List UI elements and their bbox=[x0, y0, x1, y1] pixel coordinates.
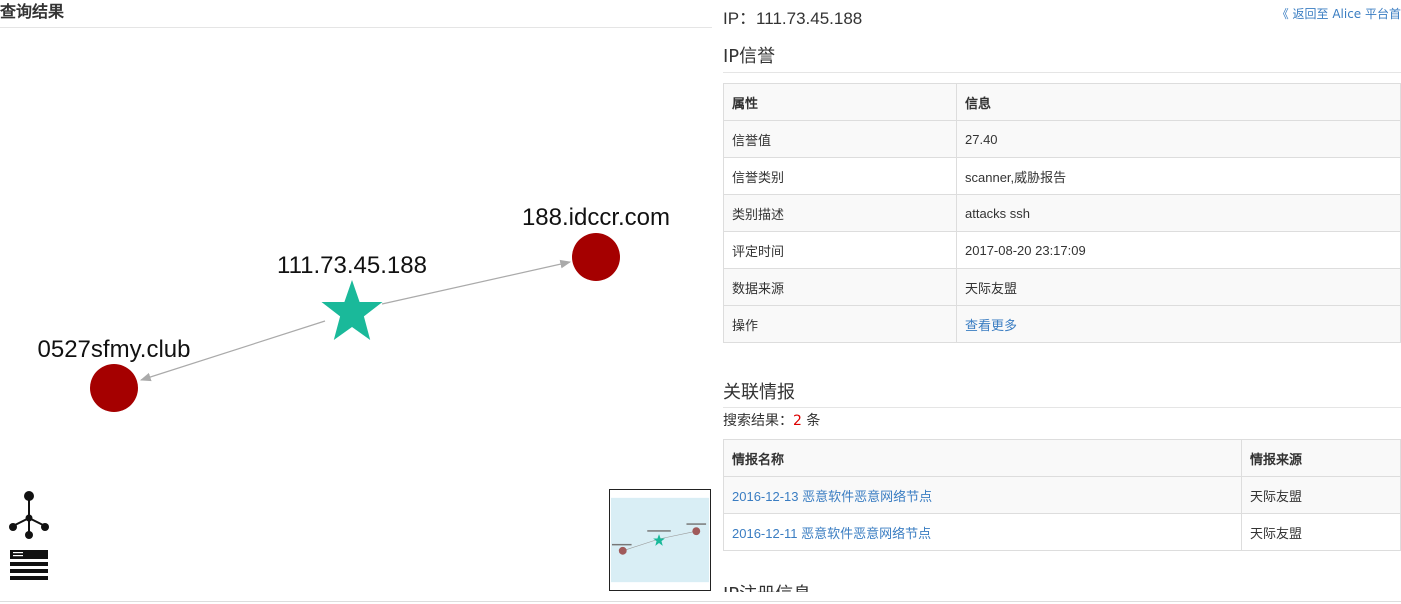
search-result-count: 搜索结果：2 条 bbox=[723, 410, 820, 430]
ip-title: IP：111.73.45.188 bbox=[723, 9, 863, 28]
value-cell: 2017-08-20 23:17:09 bbox=[956, 231, 1401, 269]
column-header: 情报来源 bbox=[1241, 439, 1401, 477]
graph-minimap[interactable] bbox=[609, 489, 711, 591]
attribute-cell: 操作 bbox=[723, 305, 957, 343]
intel-source-cell: 天际友盟 bbox=[1241, 476, 1401, 514]
attribute-cell: 数据来源 bbox=[723, 268, 957, 306]
node-label-right: 188.idccr.com bbox=[522, 204, 670, 231]
value-cell: attacks ssh bbox=[956, 194, 1401, 232]
column-header: 情报名称 bbox=[723, 439, 1242, 477]
table-header-row: 情报名称 情报来源 bbox=[723, 439, 1401, 477]
related-intel-table: 情报名称 情报来源 2016-12-13 恶意软件恶意网络节点 天际友盟 201… bbox=[723, 439, 1401, 551]
node-label-left: 0527sfmy.club bbox=[38, 336, 191, 363]
intel-link[interactable]: 2016-12-11 恶意软件恶意网络节点 bbox=[732, 526, 931, 541]
table-row: 数据来源 天际友盟 bbox=[723, 268, 1401, 306]
ip-registration-section-title: IP注册信息 bbox=[723, 584, 811, 592]
table-row: 2016-12-13 恶意软件恶意网络节点 天际友盟 bbox=[723, 476, 1401, 514]
back-to-platform-link[interactable]: 《 返回至 Alice 平台首 bbox=[1277, 5, 1401, 22]
related-intel-section-title: 关联情报 bbox=[723, 382, 795, 403]
attribute-cell: 类别描述 bbox=[723, 194, 957, 232]
reputation-table: 属性 信息 信誉值 27.40 信誉类别 scanner,威胁报告 类别描述 a… bbox=[723, 83, 1401, 343]
search-count-suffix: 条 bbox=[801, 413, 821, 429]
list-view-icon[interactable] bbox=[8, 548, 50, 584]
divider bbox=[723, 72, 1401, 73]
table-row: 类别描述 attacks ssh bbox=[723, 194, 1401, 232]
panel-title: 查询结果 bbox=[0, 0, 712, 28]
attribute-cell: 信誉类别 bbox=[723, 157, 957, 195]
value-cell: 天际友盟 bbox=[956, 268, 1401, 306]
intel-link[interactable]: 2016-12-13 恶意软件恶意网络节点 bbox=[732, 489, 932, 504]
divider bbox=[0, 601, 1401, 602]
reputation-section-title: IP信誉 bbox=[723, 46, 776, 67]
node-domain-right[interactable] bbox=[572, 233, 620, 281]
node-ip-star[interactable] bbox=[321, 280, 383, 340]
intel-name-cell: 2016-12-11 恶意软件恶意网络节点 bbox=[723, 513, 1242, 551]
node-label-center: 111.73.45.188 bbox=[277, 252, 427, 279]
table-row: 信誉类别 scanner,威胁报告 bbox=[723, 157, 1401, 195]
graph-panel: 查询结果 111.73.45.188 188.idccr.com 0527sfm… bbox=[0, 0, 712, 604]
value-cell: 27.40 bbox=[956, 120, 1401, 158]
intel-name-cell: 2016-12-13 恶意软件恶意网络节点 bbox=[723, 476, 1242, 514]
search-count-prefix: 搜索结果： bbox=[723, 413, 793, 429]
node-domain-left[interactable] bbox=[90, 364, 138, 412]
table-row: 操作 查看更多 bbox=[723, 305, 1401, 343]
value-cell: scanner,威胁报告 bbox=[956, 157, 1401, 195]
attribute-cell: 信誉值 bbox=[723, 120, 957, 158]
value-cell: 查看更多 bbox=[956, 305, 1401, 343]
detail-panel: IP：111.73.45.188 《 返回至 Alice 平台首 IP信誉 属性… bbox=[723, 0, 1401, 592]
hierarchy-layout-icon[interactable] bbox=[8, 490, 50, 540]
intel-source-cell: 天际友盟 bbox=[1241, 513, 1401, 551]
attribute-cell: 评定时间 bbox=[723, 231, 957, 269]
view-more-link[interactable]: 查看更多 bbox=[965, 318, 1017, 333]
table-row: 2016-12-11 恶意软件恶意网络节点 天际友盟 bbox=[723, 513, 1401, 551]
table-header-row: 属性 信息 bbox=[723, 83, 1401, 121]
column-header: 信息 bbox=[956, 83, 1401, 121]
table-row: 评定时间 2017-08-20 23:17:09 bbox=[723, 231, 1401, 269]
divider bbox=[723, 407, 1401, 408]
relation-graph[interactable]: 111.73.45.188 188.idccr.com 0527sfmy.clu… bbox=[0, 28, 712, 488]
search-count-number: 2 bbox=[793, 413, 802, 429]
column-header: 属性 bbox=[723, 83, 957, 121]
table-row: 信誉值 27.40 bbox=[723, 120, 1401, 158]
